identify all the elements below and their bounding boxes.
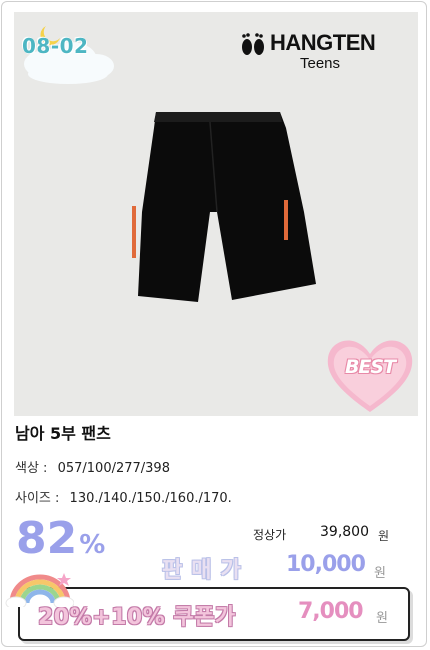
best-badge: BEST (324, 334, 416, 416)
discount-rate: 82% (16, 514, 105, 570)
size-label: 사이즈 : (15, 491, 60, 506)
best-text: BEST (344, 356, 396, 378)
original-price-unit: 원 (378, 529, 390, 543)
coupon-price-box: 20%+10% 쿠폰가 7,000 원 (18, 587, 410, 641)
product-photo[interactable]: 08-02 HANGTEN Teens BEST (14, 12, 418, 416)
discount-value: 82 (16, 513, 78, 564)
rainbow-icon (5, 573, 74, 607)
original-price-label: 정상가 (253, 528, 287, 542)
product-title[interactable]: 남아 5부 팬츠 (15, 420, 111, 444)
sale-price: 10,000 (286, 552, 366, 577)
coupon-price: 7,000 (298, 599, 364, 624)
color-label: 색상 : (15, 461, 48, 476)
coupon-price-unit: 원 (376, 611, 388, 626)
sale-price-label: 판매가 (162, 558, 250, 583)
color-row: 색상 : 057/100/277/398 (15, 457, 170, 476)
color-value: 057/100/277/398 (57, 461, 170, 476)
discount-unit: % (79, 530, 106, 560)
size-row: 사이즈 : 130./140./150./160./170. (15, 487, 232, 506)
product-card[interactable]: 08-02 HANGTEN Teens BEST 남아 5부 팬츠 색상: 0… (1, 1, 427, 647)
size-value: 130./140./150./160./170. (69, 491, 232, 506)
sale-price-unit: 원 (374, 566, 386, 581)
original-price: 39,800 (320, 524, 369, 540)
